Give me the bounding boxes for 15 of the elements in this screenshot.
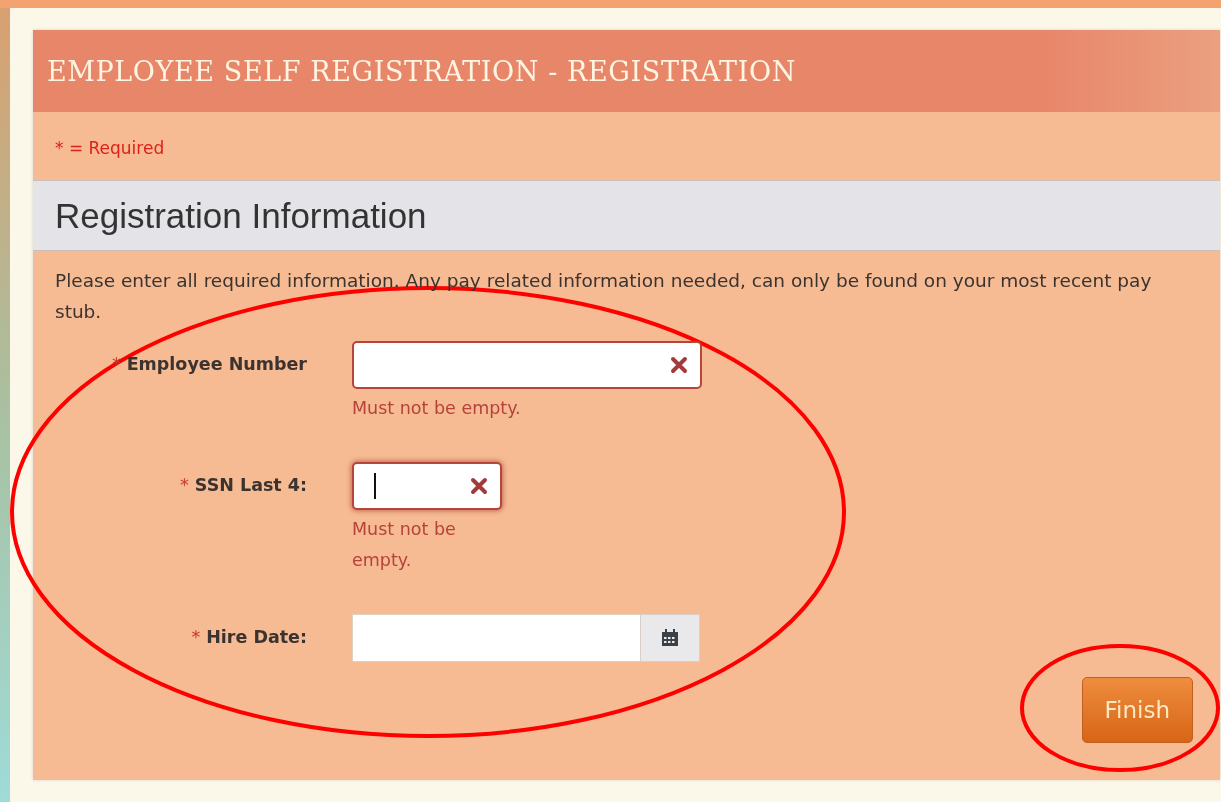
text-field[interactable] bbox=[352, 462, 502, 510]
calendar-icon bbox=[661, 629, 679, 647]
date-field[interactable] bbox=[352, 614, 640, 662]
field-label: * Hire Date: bbox=[191, 626, 307, 647]
error-message: Must not be empty. bbox=[352, 518, 457, 572]
field-label: * SSN Last 4: bbox=[180, 474, 307, 495]
clear-icon[interactable] bbox=[670, 356, 688, 374]
calendar-button[interactable] bbox=[640, 614, 700, 662]
page-title: EMPLOYEE SELF REGISTRATION - REGISTRATION bbox=[47, 55, 796, 87]
section-title: Registration Information bbox=[55, 195, 427, 236]
instructions-text: Please enter all required information. Any pay related information needed, can only be found on your most recent pay stub. bbox=[54, 269, 1153, 324]
finish-button[interactable]: Finish bbox=[1081, 677, 1193, 743]
error-message: Must not be empty. bbox=[352, 397, 522, 420]
clear-icon[interactable] bbox=[470, 477, 488, 495]
text-field[interactable] bbox=[352, 341, 702, 389]
